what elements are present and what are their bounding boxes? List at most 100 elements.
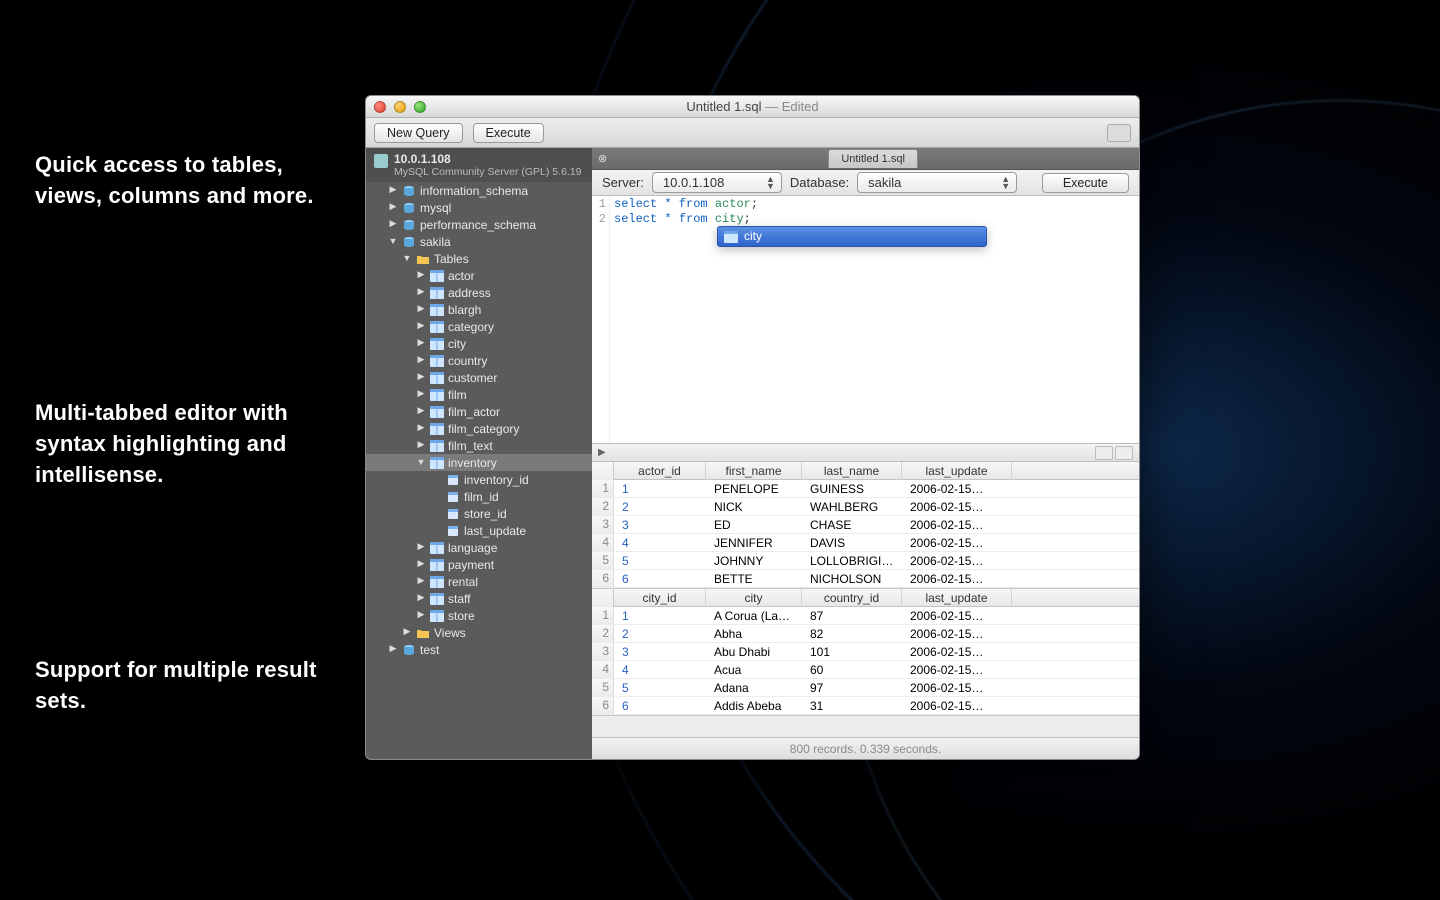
table-row[interactable]: 4 4 Acua 60 2006-02-15… — [592, 661, 1139, 679]
db-node-sakila[interactable]: ▼ sakila — [366, 233, 592, 250]
cell[interactable]: CHASE — [802, 516, 902, 534]
column-node-inventory_id[interactable]: inventory_id — [366, 471, 592, 488]
chevron-right-icon[interactable]: ▶ — [416, 592, 426, 603]
cell[interactable]: 2 — [614, 625, 706, 643]
server-select[interactable]: 10.0.1.108 ▲▼ — [652, 172, 782, 193]
cell[interactable]: JOHNNY — [706, 552, 802, 570]
chevron-right-icon[interactable]: ▶ — [416, 439, 426, 450]
cell[interactable]: 5 — [614, 552, 706, 570]
cell[interactable]: 82 — [802, 625, 902, 643]
titlebar[interactable]: Untitled 1.sql — Edited — [366, 96, 1139, 118]
column-header[interactable]: first_name — [706, 462, 802, 480]
cell[interactable]: Adana — [706, 679, 802, 697]
cell[interactable]: 2006-02-15… — [902, 661, 1012, 679]
close-icon[interactable] — [374, 101, 386, 113]
view-text-icon[interactable] — [1115, 446, 1133, 460]
cell[interactable]: 2 — [614, 498, 706, 516]
cell[interactable]: DAVIS — [802, 534, 902, 552]
table-row[interactable]: 5 5 Adana 97 2006-02-15… — [592, 679, 1139, 697]
chevron-right-icon[interactable]: ▶ — [416, 371, 426, 382]
cell[interactable]: Addis Abeba — [706, 697, 802, 715]
minimize-icon[interactable] — [394, 101, 406, 113]
chevron-right-icon[interactable]: ▶ — [388, 184, 398, 195]
chevron-right-icon[interactable]: ▶ — [416, 422, 426, 433]
cell[interactable]: 2006-02-15… — [902, 480, 1012, 498]
cell[interactable]: 60 — [802, 661, 902, 679]
autocomplete-popup[interactable]: city — [717, 226, 987, 247]
cell[interactable]: 4 — [614, 534, 706, 552]
chevron-down-icon[interactable]: ▼ — [402, 253, 412, 263]
chevron-right-icon[interactable]: ▶ — [388, 201, 398, 212]
db-node-test[interactable]: ▶ test — [366, 641, 592, 658]
sidebar[interactable]: 10.0.1.108 MySQL Community Server (GPL) … — [366, 148, 592, 759]
column-header[interactable]: city_id — [614, 589, 706, 607]
column-node-last_update[interactable]: last_update — [366, 522, 592, 539]
chevron-right-icon[interactable]: ▶ — [416, 388, 426, 399]
cell[interactable]: 2006-02-15… — [902, 498, 1012, 516]
column-header[interactable]: last_update — [902, 462, 1012, 480]
cell[interactable]: 2006-02-15… — [902, 534, 1012, 552]
execute-button[interactable]: Execute — [473, 123, 544, 143]
cell[interactable]: Abha — [706, 625, 802, 643]
table-row[interactable]: 5 5 JOHNNY LOLLOBRIGIDA 2006-02-15… — [592, 552, 1139, 570]
chevron-right-icon[interactable]: ▶ — [416, 354, 426, 365]
chevron-right-icon[interactable]: ▶ — [416, 320, 426, 331]
chevron-right-icon[interactable]: ▶ — [416, 303, 426, 314]
table-row[interactable]: 2 2 Abha 82 2006-02-15… — [592, 625, 1139, 643]
column-header[interactable]: last_name — [802, 462, 902, 480]
column-header[interactable]: country_id — [802, 589, 902, 607]
table-node-store[interactable]: ▶ store — [366, 607, 592, 624]
chevron-right-icon[interactable]: ▶ — [402, 626, 412, 637]
views-folder[interactable]: ▶ Views — [366, 624, 592, 641]
column-header[interactable]: actor_id — [614, 462, 706, 480]
cell[interactable]: WAHLBERG — [802, 498, 902, 516]
cell[interactable]: 6 — [614, 697, 706, 715]
tables-folder[interactable]: ▼ Tables — [366, 250, 592, 267]
cell[interactable]: NICHOLSON — [802, 570, 902, 588]
cell[interactable]: 31 — [802, 697, 902, 715]
cell[interactable]: 2006-02-15… — [902, 643, 1012, 661]
chevron-right-icon[interactable]: ▶ — [388, 218, 398, 229]
cell[interactable]: 87 — [802, 607, 902, 625]
cell[interactable]: 2006-02-15… — [902, 679, 1012, 697]
cell[interactable]: 97 — [802, 679, 902, 697]
cell[interactable]: 1 — [614, 607, 706, 625]
chevron-right-icon[interactable]: ▶ — [416, 405, 426, 416]
cell[interactable]: 6 — [614, 570, 706, 588]
table-node-film_text[interactable]: ▶ film_text — [366, 437, 592, 454]
tab-close-icon[interactable]: ⊗ — [598, 152, 607, 165]
table-node-film_category[interactable]: ▶ film_category — [366, 420, 592, 437]
db-node-information_schema[interactable]: ▶ information_schema — [366, 182, 592, 199]
chevron-right-icon[interactable]: ▶ — [388, 643, 398, 654]
cell[interactable]: 2006-02-15… — [902, 625, 1012, 643]
cell[interactable]: ED — [706, 516, 802, 534]
table-node-film_actor[interactable]: ▶ film_actor — [366, 403, 592, 420]
tab-untitled[interactable]: Untitled 1.sql — [828, 149, 918, 168]
cell[interactable]: JENNIFER — [706, 534, 802, 552]
chevron-right-icon[interactable]: ▶ — [416, 575, 426, 586]
db-node-mysql[interactable]: ▶ mysql — [366, 199, 592, 216]
toolbar-overflow-icon[interactable] — [1107, 124, 1131, 142]
column-node-store_id[interactable]: store_id — [366, 505, 592, 522]
disclosure-icon[interactable]: ▶ — [598, 447, 606, 458]
column-header[interactable]: city — [706, 589, 802, 607]
cell[interactable]: NICK — [706, 498, 802, 516]
chevron-right-icon[interactable]: ▶ — [416, 541, 426, 552]
table-node-country[interactable]: ▶ country — [366, 352, 592, 369]
cell[interactable]: Abu Dhabi — [706, 643, 802, 661]
table-row[interactable]: 6 6 BETTE NICHOLSON 2006-02-15… — [592, 570, 1139, 588]
cell[interactable]: 3 — [614, 516, 706, 534]
execute-query-button[interactable]: Execute — [1042, 173, 1129, 193]
table-row[interactable]: 1 1 PENELOPE GUINESS 2006-02-15… — [592, 480, 1139, 498]
table-node-staff[interactable]: ▶ staff — [366, 590, 592, 607]
chevron-right-icon[interactable]: ▶ — [416, 286, 426, 297]
table-row[interactable]: 4 4 JENNIFER DAVIS 2006-02-15… — [592, 534, 1139, 552]
cell[interactable]: 1 — [614, 480, 706, 498]
zoom-icon[interactable] — [414, 101, 426, 113]
sql-editor[interactable]: 12 select * from actor; select * from ci… — [592, 196, 1139, 444]
table-row[interactable]: 1 1 A Corua (La… 87 2006-02-15… — [592, 607, 1139, 625]
chevron-right-icon[interactable]: ▶ — [416, 337, 426, 348]
editor-content[interactable]: select * from actor; select * from city;… — [610, 196, 1139, 443]
cell[interactable]: 2006-02-15… — [902, 570, 1012, 588]
chevron-right-icon[interactable]: ▶ — [416, 558, 426, 569]
